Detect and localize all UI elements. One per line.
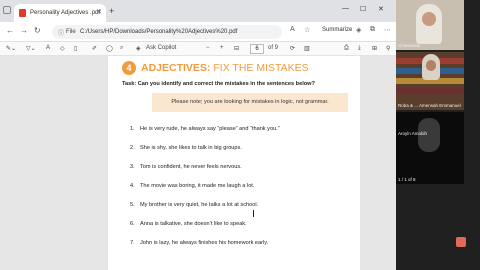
participant-video-3[interactable]: Aroyin Amobih 1 / 1 of 8 [396,112,464,184]
heading-bold: ADJECTIVES: [141,62,211,74]
sentence-item: 1. He is very rude, he always say “please… [130,126,280,132]
zoom-in-icon[interactable]: + [220,45,224,51]
sentence-text: The movie was boring, it made me laugh a… [140,183,255,189]
sentence-text: John is lazy, he always finishes his hom… [140,240,269,246]
page-heading: ADJECTIVES: FIX THE MISTAKES [141,62,309,74]
new-tab-button[interactable]: + [109,6,114,16]
face-shape [422,12,436,26]
refresh-icon[interactable]: ↻ [34,26,41,35]
sentence-text: Anna is talkative, she doesn’t like to s… [140,221,247,227]
pen-icon[interactable]: ✐ [92,45,97,52]
text-cursor [253,210,254,217]
share-icon[interactable] [456,237,466,247]
bookshelf-row [396,88,464,94]
sentence-item: 4. The movie was boring, it made me laugh… [130,183,254,189]
face-shape [426,60,436,71]
participant-label: Aroyin Amobih [398,131,428,136]
rotate-icon[interactable]: ⟳ [290,45,295,52]
participant-video-1[interactable]: Chinwendu [396,0,464,50]
save-as-icon[interactable]: ⊞ [372,45,377,52]
favorite-icon[interactable]: ☆ [304,26,310,34]
add-text-icon[interactable]: ▯ [74,45,77,52]
pdf-toolbar: ✎⌄ ▽⌄ A ◇ ▯ ✐ ◯ ⌕ ◈ Ask Copilot − + ⊟ 6 … [0,42,396,56]
copilot-icon[interactable]: ◈ [356,26,361,34]
tab-title: Personality Adjectives .pdf [30,10,101,16]
url-input[interactable]: ⓘ File C:/Users/HP/Downloads/Personality… [52,25,282,39]
minimize-icon[interactable]: — [342,5,349,12]
search-pdf-icon[interactable]: ⌕ [120,45,123,52]
stamp-icon[interactable]: ◯ [106,45,113,52]
screen: Personality Adjectives .pdf ✕ + — ☐ ✕ ← … [0,0,480,270]
close-window-icon[interactable]: ✕ [378,5,384,13]
copilot-small-icon: ◈ [136,46,141,52]
close-tab-icon[interactable]: ✕ [96,8,102,16]
address-bar: ← → ↻ ⓘ File C:/Users/HP/Downloads/Perso… [0,22,396,42]
sentence-item: 6. Anna is talkative, she doesn’t like to… [130,221,247,227]
highlight-icon[interactable]: ▽⌄ [26,45,36,52]
sentence-item: 7. John is lazy, he always finishes his h… [130,240,268,246]
sentence-number: 5. [130,202,135,208]
draw-icon[interactable]: ✎⌄ [6,45,16,52]
page-number-input[interactable]: 6 [250,44,264,54]
sentence-item: 5. My brother is very quiet, he talks a l… [130,202,258,208]
view-icon[interactable]: ▥ [304,45,310,52]
tab-actions-icon[interactable] [3,6,11,14]
sentence-item: 3. Tom is confident, he never feels nervo… [130,164,242,170]
browser-window: Personality Adjectives .pdf ✕ + — ☐ ✕ ← … [0,0,396,270]
pdf-icon [19,9,26,17]
pin-icon[interactable]: ⚲ [386,45,390,52]
task-line: Task: Can you identify and correct the m… [122,81,315,87]
read-aloud-icon[interactable]: A [290,26,295,33]
participant-label: Roba & ... Amensah Emmanuel [398,103,461,108]
sentence-number: 7. [130,240,135,246]
sentence-text: Tom is confident, he never feels nervous… [140,164,242,170]
sentence-number: 1. [130,126,135,132]
sentence-number: 4. [130,183,135,189]
sentence-item: 2. She is shy, she likes to talk in big g… [130,145,242,151]
heading-rest: FIX THE MISTAKES [213,62,309,74]
menu-icon[interactable]: ⋯ [384,26,391,34]
sentence-text: He is very rude, he always say “please” … [140,126,280,132]
url-text: C:/Users/HP/Downloads/Personality%20Adje… [80,28,238,35]
section-number-badge: 4 [122,61,136,75]
info-icon: ⓘ [58,31,65,37]
back-icon[interactable]: ← [6,26,14,35]
task-label: Task: [122,81,137,87]
participant-video-2[interactable]: Roba & ... Amensah Emmanuel [396,52,464,110]
note-box: Please note; you are looking for mistake… [152,93,348,112]
text-icon[interactable]: A [46,45,50,51]
tab-bar: Personality Adjectives .pdf ✕ + — ☐ ✕ [0,0,396,22]
save-icon[interactable]: ⤓ [358,45,361,52]
participant-label: Chinwendu [398,43,421,48]
tab-pdf[interactable]: Personality Adjectives .pdf ✕ [14,4,106,22]
fit-page-icon[interactable]: ⊟ [234,45,239,52]
sentence-text: She is shy, she likes to talk in big gro… [140,145,242,151]
pdf-viewer[interactable]: 4 ADJECTIVES: FIX THE MISTAKES Task: Can… [0,56,396,270]
extensions-icon[interactable]: ⧉ [370,26,375,34]
print-icon[interactable]: ⎙ [344,45,349,52]
zoom-out-icon[interactable]: − [206,45,210,51]
forward-icon[interactable]: → [20,26,28,35]
participant-count: 1 / 1 of 8 [398,177,416,182]
summarize-button[interactable]: Summarize [322,27,352,33]
sentence-number: 3. [130,164,135,170]
maximize-icon[interactable]: ☐ [360,5,366,13]
page-total: of 9 [268,45,279,51]
sentence-text: My brother is very quiet, he talks a lot… [140,202,259,208]
ask-copilot-button[interactable]: Ask Copilot [146,45,176,51]
task-text: Can you identify and correct the mistake… [137,81,315,87]
sentence-number: 6. [130,221,135,227]
sentence-number: 2. [130,145,135,151]
file-label: File [66,28,76,35]
erase-icon[interactable]: ◇ [60,45,65,52]
pdf-page: 4 ADJECTIVES: FIX THE MISTAKES Task: Can… [108,56,360,270]
